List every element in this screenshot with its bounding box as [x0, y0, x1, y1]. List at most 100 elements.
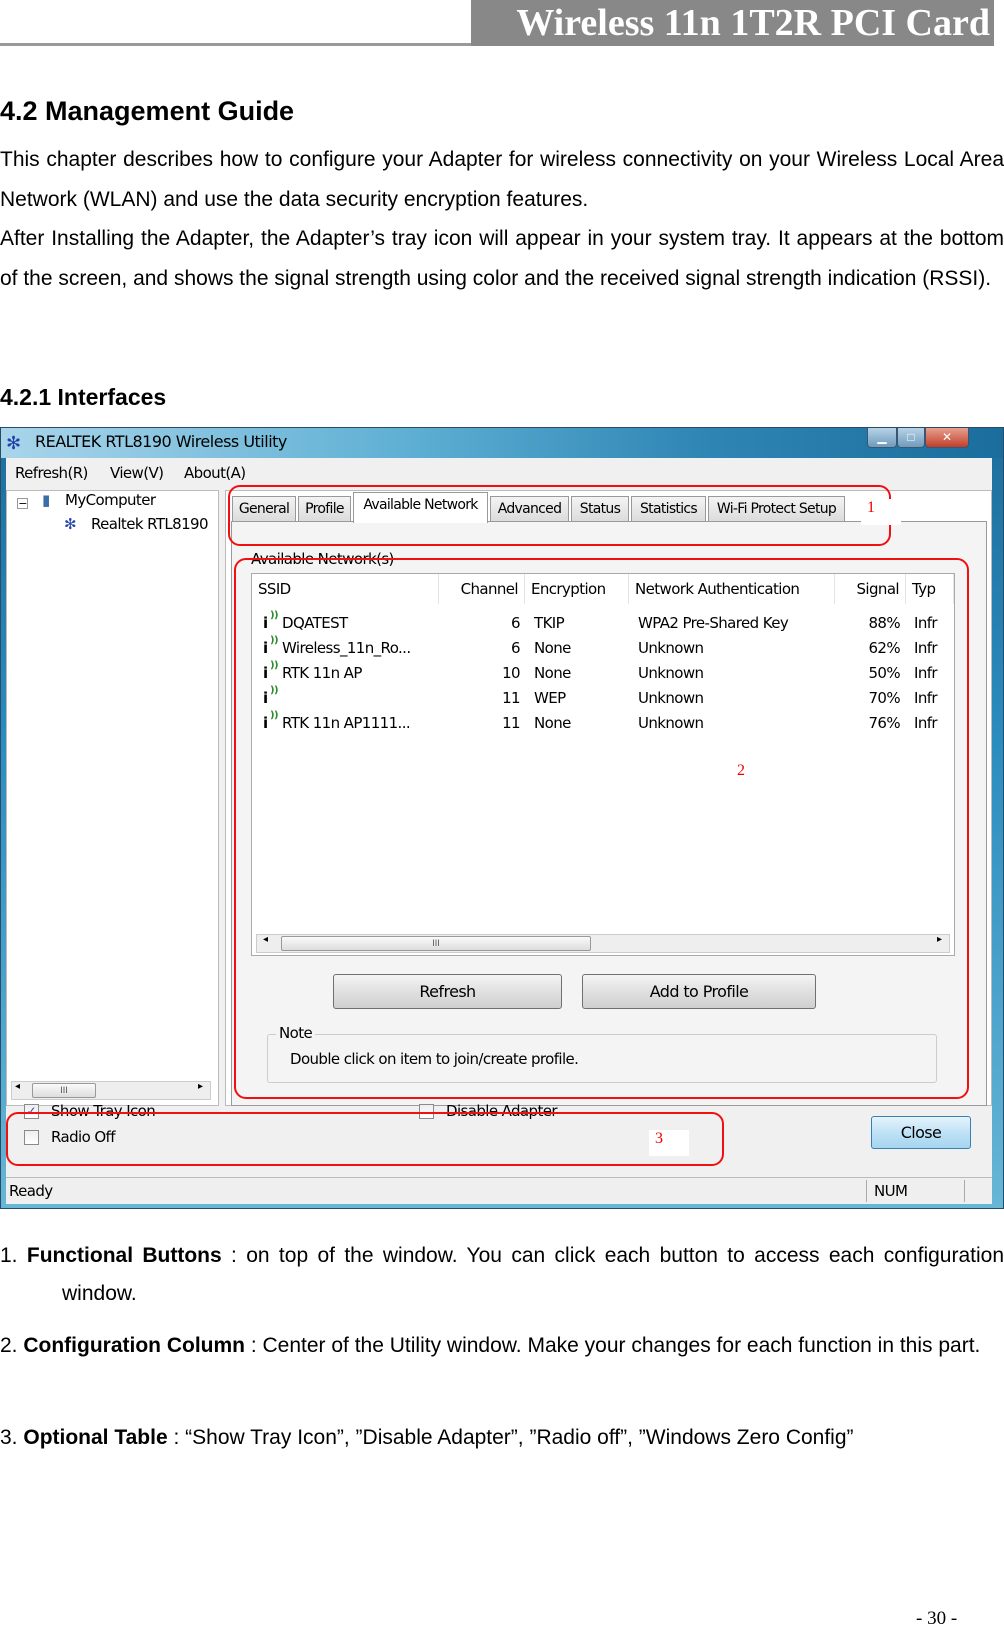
table-row[interactable]: i)) RTK 11n AP1111... 11 None Unknown 76% Infr — [252, 710, 952, 738]
close-button[interactable]: Close — [871, 1116, 971, 1149]
tree-hscrollbar[interactable]: ◂ III ▸ — [11, 1081, 211, 1100]
tab-statistics[interactable]: Statistics — [631, 496, 706, 522]
cell-signal: 70% — [868, 689, 900, 707]
cell-type: Infr — [914, 664, 938, 682]
cell-channel: 11 — [502, 689, 520, 707]
list-term: Functional Buttons — [26, 1244, 222, 1267]
scroll-left-icon[interactable]: ◂ — [15, 1081, 20, 1092]
table-row[interactable]: i)) Wireless_11n_Ro... 6 None Unknown 62% Infr — [252, 635, 952, 663]
radio-off-checkbox[interactable] — [24, 1130, 39, 1145]
wireless-signal-icon: i)) — [263, 710, 279, 732]
document-header-title: Wireless 11n 1T2R PCI Card — [471, 0, 994, 46]
table-row[interactable]: i)) DQATEST 6 TKIP WPA2 Pre-Shared Key 88% Inf… — [252, 610, 952, 638]
cell-channel: 6 — [511, 614, 521, 632]
tray-paragraph: After Installing the Adapter, the Adapte… — [0, 227, 1004, 290]
subsection-heading: 4.2.1 Interfaces — [0, 384, 167, 410]
cell-type: Infr — [914, 639, 938, 657]
callout-number-3: 3 — [649, 1130, 689, 1156]
cell-encryption: None — [534, 639, 571, 657]
col-type[interactable]: Typ — [906, 574, 954, 604]
tree-item-mycomputer[interactable]: MyComputer — [65, 491, 156, 509]
cell-auth: WPA2 Pre-Shared Key — [638, 614, 789, 632]
col-encryption[interactable]: Encryption — [525, 574, 629, 604]
network-list[interactable]: SSID Channel Encryption Network Authenti… — [251, 573, 955, 956]
col-signal[interactable]: Signal — [835, 574, 906, 604]
disable-adapter-checkbox[interactable] — [419, 1104, 434, 1119]
scroll-left-icon[interactable]: ◂ — [263, 934, 268, 945]
refresh-button[interactable]: Refresh — [333, 974, 562, 1009]
tree-item-realtek[interactable]: Realtek RTL8190 — [91, 515, 209, 533]
col-ssid[interactable]: SSID — [252, 574, 439, 604]
cell-encryption: None — [534, 664, 571, 682]
show-tray-icon-checkbox[interactable]: ✓ — [24, 1104, 39, 1119]
tab-available-network[interactable]: Available Network — [353, 492, 488, 523]
close-window-button[interactable]: ✕ — [925, 428, 969, 448]
list-text: : Center of the Utility window. Make you… — [245, 1334, 981, 1357]
tab-wifi-protect-setup[interactable]: Wi-Fi Protect Setup — [708, 496, 845, 522]
minimize-button[interactable]: ▁ — [867, 428, 897, 448]
cell-ssid: RTK 11n AP — [282, 664, 362, 682]
cell-type: Infr — [914, 714, 938, 732]
intro-paragraph: This chapter describes how to configure … — [0, 148, 1004, 211]
cell-channel: 6 — [511, 639, 521, 657]
list-item: 1. Functional Buttons : on top of the wi… — [0, 1237, 1004, 1313]
status-divider — [866, 1180, 867, 1202]
tab-profile[interactable]: Profile — [298, 496, 351, 522]
add-to-profile-button[interactable]: Add to Profile — [582, 974, 816, 1009]
scroll-thumb[interactable]: III — [281, 936, 591, 951]
page-number: - 30 - — [916, 1608, 958, 1629]
wireless-signal-icon: i)) — [263, 685, 279, 707]
list-num: 3. — [0, 1426, 18, 1449]
cell-auth: Unknown — [638, 689, 704, 707]
cell-signal: 62% — [868, 639, 900, 657]
wireless-signal-icon: i)) — [263, 660, 279, 682]
cell-ssid: Wireless_11n_Ro... — [282, 639, 411, 657]
computer-icon: ▮ — [42, 491, 50, 509]
col-auth[interactable]: Network Authentication — [629, 574, 835, 604]
list-term: Configuration Column — [23, 1334, 245, 1357]
disable-adapter-label[interactable]: Disable Adapter — [446, 1102, 558, 1120]
list-hscrollbar[interactable]: ◂ III ▸ — [256, 934, 950, 953]
wireless-signal-icon: i)) — [263, 635, 279, 657]
col-channel[interactable]: Channel — [439, 574, 525, 604]
menu-refresh[interactable]: Refresh(R) — [15, 464, 88, 482]
wireless-signal-icon: i)) — [263, 610, 279, 632]
list-term: Optional Table — [23, 1426, 168, 1449]
tab-general[interactable]: General — [232, 496, 296, 522]
cell-auth: Unknown — [638, 664, 704, 682]
menu-about[interactable]: About(A) — [184, 464, 246, 482]
list-num: 1. — [0, 1244, 18, 1267]
scroll-right-icon[interactable]: ▸ — [198, 1081, 203, 1092]
menu-view[interactable]: View(V) — [110, 464, 164, 482]
maximize-button[interactable]: □ — [897, 428, 925, 448]
cell-encryption: WEP — [534, 689, 566, 707]
cell-signal: 50% — [868, 664, 900, 682]
callout-number-1: 1 — [861, 499, 901, 525]
device-tree: − ▮ MyComputer ✻ Realtek RTL8190 ◂ III ▸ — [6, 490, 219, 1106]
section-heading: 4.2 Management Guide — [0, 96, 295, 126]
scroll-thumb[interactable]: III — [32, 1083, 96, 1098]
cell-type: Infr — [914, 614, 938, 632]
cell-type: Infr — [914, 689, 938, 707]
status-bar: Ready NUM — [6, 1177, 992, 1204]
list-item: 2. Configuration Column : Center of the … — [0, 1327, 1004, 1365]
scroll-right-icon[interactable]: ▸ — [937, 934, 942, 945]
radio-off-label[interactable]: Radio Off — [51, 1128, 115, 1146]
window-title: REALTEK RTL8190 Wireless Utility — [1, 428, 1003, 458]
note-text: Double click on item to join/create prof… — [290, 1050, 579, 1068]
note-label: Note — [276, 1024, 316, 1042]
cell-signal: 76% — [868, 714, 900, 732]
tab-status[interactable]: Status — [571, 496, 629, 522]
table-row[interactable]: i)) 11 WEP Unknown 70% Infr — [252, 685, 952, 713]
show-tray-icon-label[interactable]: Show Tray Icon — [51, 1102, 156, 1120]
cell-encryption: TKIP — [534, 614, 565, 632]
window-client: Refresh(R) View(V) About(A) − ▮ MyComput… — [6, 458, 992, 1204]
utility-window-screenshot: REALTEK RTL8190 Wireless Utility ✻ ▁ □ ✕… — [0, 427, 1004, 1209]
realtek-app-icon: ✻ — [6, 433, 22, 453]
collapse-icon[interactable]: − — [17, 498, 28, 509]
cell-auth: Unknown — [638, 639, 704, 657]
table-row[interactable]: i)) RTK 11n AP 10 None Unknown 50% Infr — [252, 660, 952, 688]
cell-channel: 11 — [502, 714, 520, 732]
tab-advanced[interactable]: Advanced — [490, 496, 569, 522]
num-lock-indicator: NUM — [874, 1182, 908, 1200]
